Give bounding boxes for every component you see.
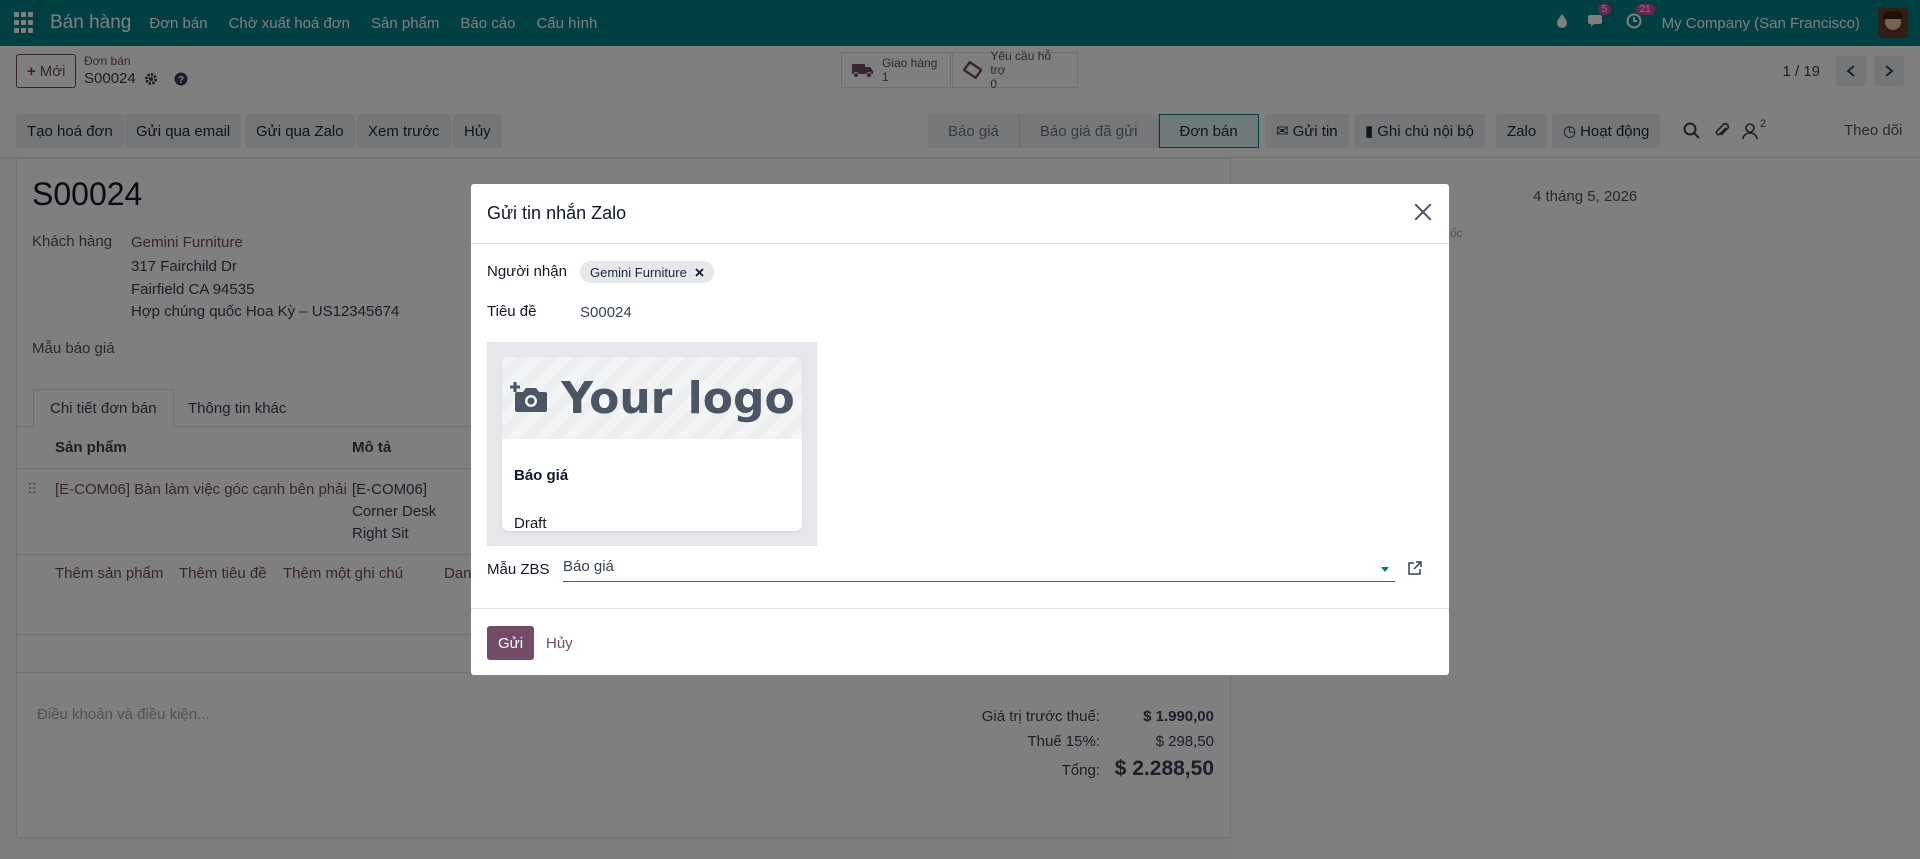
recipient-tag-label: Gemini Furniture xyxy=(590,264,687,280)
dialog-header: Gửi tin nhắn Zalo xyxy=(471,184,1449,244)
caret-down-icon xyxy=(1381,567,1389,572)
subject-value[interactable]: S00024 xyxy=(580,304,632,321)
dialog-footer: Gửi Hủy xyxy=(471,608,1449,675)
recipient-label: Người nhận xyxy=(487,263,567,280)
template-select-value: Báo giá xyxy=(563,558,614,575)
cancel-button[interactable]: Hủy xyxy=(546,635,573,652)
preview-title: Báo giá xyxy=(514,467,569,484)
dialog-title: Gửi tin nhắn Zalo xyxy=(487,203,627,223)
message-preview: Your logo Báo giá Draft xyxy=(487,342,817,546)
close-icon[interactable] xyxy=(1411,200,1435,224)
preview-card: Your logo Báo giá Draft xyxy=(502,357,802,531)
recipient-tag: Gemini Furniture xyxy=(580,261,714,283)
external-link-icon[interactable] xyxy=(1407,560,1423,576)
subject-label: Tiêu đề xyxy=(487,303,537,320)
template-label: Mẫu ZBS xyxy=(487,561,550,578)
logo-placeholder: Your logo xyxy=(502,357,802,439)
template-select[interactable]: Báo giá xyxy=(563,558,1395,582)
logo-text: Your logo xyxy=(561,372,795,424)
zalo-dialog: Gửi tin nhắn Zalo Người nhận Gemini Furn… xyxy=(471,184,1449,675)
camera-plus-icon xyxy=(510,382,548,412)
send-button[interactable]: Gửi xyxy=(487,626,535,660)
remove-tag-icon[interactable] xyxy=(695,267,704,277)
preview-status: Draft xyxy=(514,515,547,531)
